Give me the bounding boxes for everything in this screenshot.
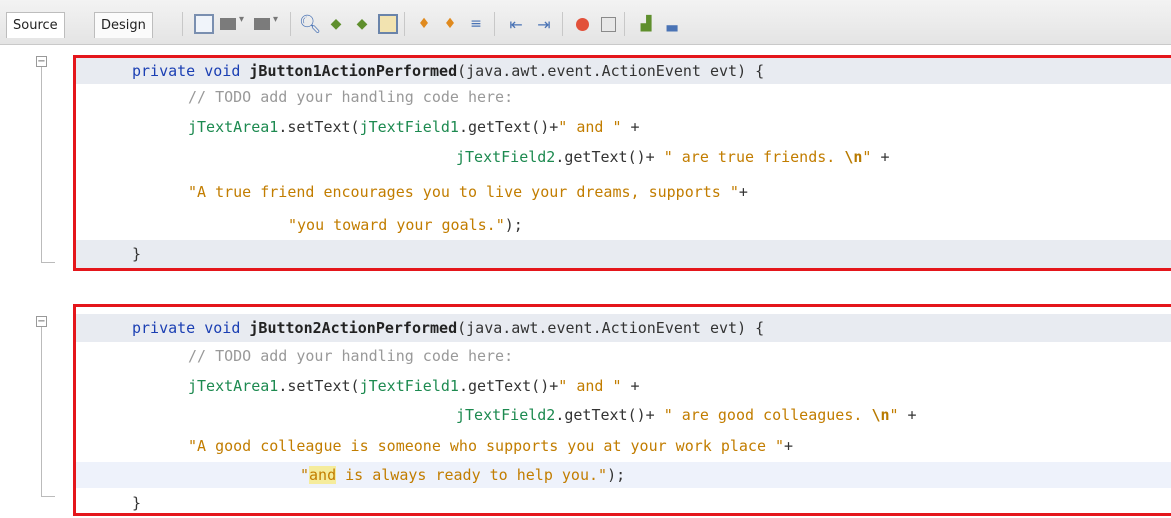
tab-design[interactable]: Design [94,12,153,38]
back-icon[interactable] [218,14,238,34]
method-params: (java.awt.event.ActionEvent evt) { [457,62,765,80]
settext-call: .setText( [278,118,360,136]
string-literal-start: " [300,466,310,484]
operator: + [871,148,890,166]
method2-close-brace: } [132,494,142,512]
fold-toggle-icon[interactable]: − [36,316,47,327]
toggle-highlight-icon[interactable] [378,14,398,34]
previous-bookmark-icon[interactable]: ♦ [414,14,434,34]
method-params: (java.awt.event.ActionEvent evt) { [457,319,765,337]
method1-line3: jTextArea1.setText(jTextField1.getText()… [188,117,640,137]
find-previous-icon[interactable]: ◆ [326,14,346,34]
string-literal: " are good colleagues. [663,406,872,424]
last-edit-icon[interactable] [194,14,214,34]
back-dropdown-icon[interactable]: ▾ [239,14,244,25]
textarea-ref: jTextArea1 [188,118,279,136]
gettext-call: .getText()+ [555,406,664,424]
escape-sequence: \n [871,406,890,424]
method2-line3: jTextArea1.setText(jTextField1.getText()… [188,376,640,396]
uncomment-icon[interactable]: ▃ [662,14,682,34]
start-macro-icon[interactable] [572,14,592,34]
method1-line6: "you toward your goals."); [288,215,523,235]
shift-right-icon[interactable]: ⇥ [534,14,554,34]
textfield-ref: jTextField2 [456,406,556,424]
toolbar-separator [182,12,183,36]
toolbar-separator [404,12,405,36]
settext-call: .setText( [278,377,360,395]
operator: + [784,437,794,455]
method2-comment: // TODO add your handling code here: [188,347,514,365]
operator: + [621,118,640,136]
method-name: jButton1ActionPerformed [249,62,458,80]
string-literal-end: " [889,406,899,424]
string-literal: " and " [558,377,622,395]
operator: + [738,183,748,201]
method1-signature: private void jButton1ActionPerformed(jav… [132,61,764,81]
forward-icon[interactable] [252,14,272,34]
textfield-ref: jTextField1 [359,377,459,395]
string-literal: " are true friends. [663,148,845,166]
fold-end-marker [41,262,55,263]
modifier-keyword: private [132,319,196,337]
editor-toolbar: Source Design ▾ ▾ 🔍︎ ◆ ◆ ♦ ♦ ≡ ⇤ ⇥ ▟ ▃ [0,0,1171,45]
occurrence-highlight: and [309,466,337,484]
textfield-ref: jTextField1 [359,118,459,136]
gettext-call: .getText()+ [555,148,664,166]
method2-signature: private void jButton2ActionPerformed(jav… [132,318,764,338]
operator: + [621,377,640,395]
forward-dropdown-icon[interactable]: ▾ [273,14,278,25]
toolbar-separator [494,12,495,36]
method1-close-brace: } [132,245,142,263]
return-type-keyword: void [204,62,241,80]
return-type-keyword: void [204,319,241,337]
fold-guide [41,67,42,263]
fold-toggle-icon[interactable]: − [36,56,47,67]
statement-end: ); [504,216,523,234]
escape-sequence: \n [844,148,863,166]
method1-line4: jTextField2.getText()+ " are true friend… [456,147,890,167]
next-bookmark-icon[interactable]: ♦ [440,14,460,34]
string-literal: "A good colleague is someone who support… [188,437,785,455]
string-literal: " and " [558,118,622,136]
tab-source[interactable]: Source [6,12,65,38]
method1-line5: "A true friend encourages you to live yo… [188,182,748,202]
find-next-icon[interactable]: ◆ [352,14,372,34]
modifier-keyword: private [132,62,196,80]
operator: + [898,406,917,424]
textarea-ref: jTextArea1 [188,377,279,395]
toolbar-separator [290,12,291,36]
string-literal: "A true friend encourages you to live yo… [188,183,739,201]
string-literal: is always ready to help you." [336,466,608,484]
toolbar-separator [624,12,625,36]
fold-guide [41,327,42,497]
textfield-ref: jTextField2 [456,148,556,166]
toggle-bookmark-icon[interactable]: ≡ [466,14,486,34]
method2-line6: "and is always ready to help you."); [300,465,625,485]
gettext-call: .getText()+ [458,377,559,395]
toolbar-separator [562,12,563,36]
statement-end: ); [607,466,626,484]
method2-line4: jTextField2.getText()+ " are good collea… [456,405,917,425]
stop-macro-icon[interactable] [598,14,618,34]
method-name: jButton2ActionPerformed [249,319,458,337]
find-icon[interactable]: 🔍︎ [299,14,322,35]
method2-line5: "A good colleague is someone who support… [188,436,793,456]
gettext-call: .getText()+ [458,118,559,136]
fold-end-marker [41,496,55,497]
shift-left-icon[interactable]: ⇤ [506,14,526,34]
comment-icon[interactable]: ▟ [636,14,656,34]
method1-comment: // TODO add your handling code here: [188,88,514,106]
string-literal: "you toward your goals." [288,216,505,234]
